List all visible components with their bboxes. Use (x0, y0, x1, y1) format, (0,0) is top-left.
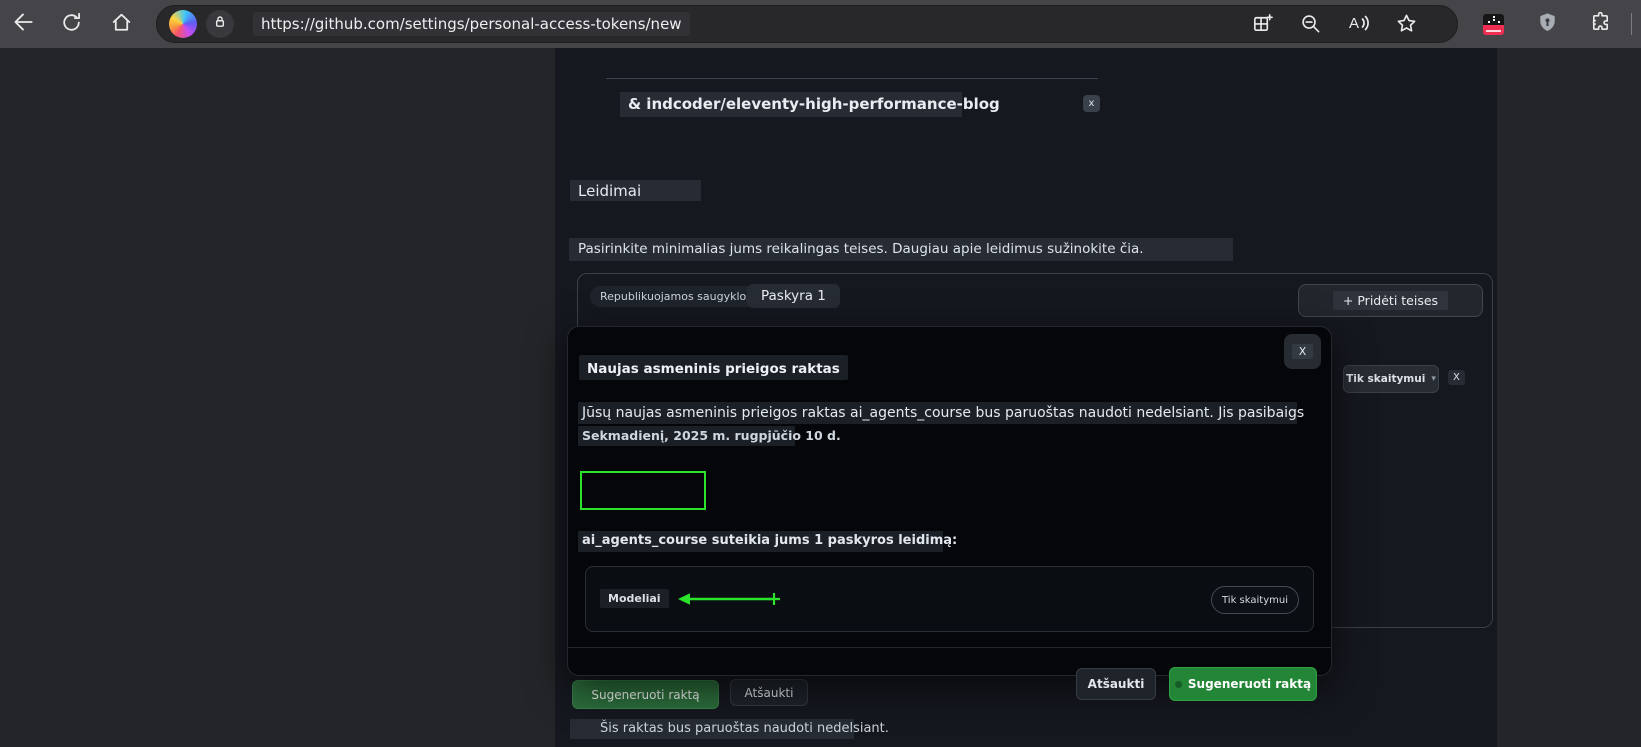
permission-level-dropdown[interactable]: Tik skaitymui ▾ (1343, 365, 1439, 393)
page-generate-token-label: Sugeneruoti raktą (591, 687, 700, 702)
shield-keyhole-icon (1536, 11, 1559, 38)
browser-window: https://github.com/settings/personal-acc… (0, 0, 1641, 747)
remove-repo-button[interactable]: x (1083, 95, 1100, 112)
ready-note: Šis raktas bus paruoštas naudoti nedelsi… (600, 721, 889, 736)
extensions-button[interactable] (1588, 11, 1612, 38)
github-page: & indcoder/eleventy-high-performance-blo… (0, 48, 1641, 747)
lock-icon (210, 12, 230, 36)
reload-icon (59, 10, 84, 39)
read-aloud-icon: A (1346, 11, 1370, 39)
permission-level-value: Tik skaitymui (1346, 373, 1426, 385)
modal-generate-label: Sugeneruoti raktą (1187, 677, 1312, 691)
permission-level-pill[interactable]: Tik skaitymui (1211, 586, 1299, 614)
add-permissions-button[interactable]: + Pridėti teises (1298, 284, 1483, 317)
extension-button-red[interactable] (1481, 12, 1505, 36)
page-cancel-label: Atšaukti (744, 685, 794, 700)
copilot-icon[interactable] (169, 10, 197, 38)
selected-repo-item: & indcoder/eleventy-high-performance-blo… (628, 95, 1000, 113)
zoom-out-button[interactable] (1298, 13, 1322, 37)
annotation-green-arrow (674, 590, 786, 612)
home-button[interactable] (106, 10, 136, 38)
key-icon (1174, 680, 1182, 688)
split-screen-button[interactable] (1250, 13, 1274, 37)
new-token-modal: Naujas asmeninis prieigos raktas X Jūsų … (567, 326, 1332, 701)
modal-close-button[interactable]: X (1284, 334, 1321, 369)
remove-permission-button[interactable]: X (1448, 370, 1465, 385)
page-cancel-button[interactable]: Atšaukti (730, 679, 808, 706)
svg-text:A: A (1349, 15, 1359, 32)
back-button[interactable] (8, 10, 38, 38)
privacy-shield-button[interactable] (1535, 12, 1559, 36)
toolbar-divider (1631, 13, 1632, 35)
modal-footer-divider (568, 647, 1331, 648)
permissions-title: Leidimai (578, 182, 642, 200)
star-icon (1395, 12, 1418, 39)
back-arrow-icon (10, 9, 36, 39)
browser-toolbar: https://github.com/settings/personal-acc… (0, 0, 1641, 48)
permission-level-pill-label: Tik skaitymui (1222, 594, 1288, 606)
tab-account[interactable]: Paskyra 1 (747, 284, 840, 308)
permissions-description: Pasirinkite minimalias jums reikalingas … (578, 241, 1144, 257)
home-icon (109, 10, 134, 39)
chevron-down-icon: ▾ (1431, 374, 1436, 384)
annotation-green-rect (580, 471, 706, 510)
modal-title: Naujas asmeninis prieigos raktas (587, 361, 840, 377)
permission-box: Modeliai Tik skaitymui (585, 566, 1314, 632)
modal-cancel-button[interactable]: Atšaukti (1076, 668, 1156, 700)
permission-name: Modeliai (600, 589, 669, 608)
site-security-button[interactable] (206, 10, 234, 38)
modal-intro-line: Jūsų naujas asmeninis prieigos raktas ai… (582, 405, 1305, 421)
modal-grant-line: ai_agents_course suteikia jums 1 paskyro… (582, 533, 958, 548)
url-text[interactable]: https://github.com/settings/personal-acc… (253, 12, 690, 36)
modal-cancel-label: Atšaukti (1087, 677, 1145, 691)
zoom-out-icon (1299, 12, 1322, 39)
modal-expiry-line: Sekmadienį, 2025 m. rugpjūčio 10 d. (582, 428, 841, 443)
red-extension-icon (1482, 13, 1504, 35)
close-x-label: X (1291, 344, 1314, 359)
reload-button[interactable] (56, 10, 86, 38)
address-bar[interactable]: https://github.com/settings/personal-acc… (156, 5, 1458, 43)
tab-repositories[interactable]: Republikuojamos saugyklos 0 (590, 286, 773, 307)
add-permissions-label: + Pridėti teises (1332, 291, 1449, 310)
page-generate-token-button[interactable]: Sugeneruoti raktą (572, 680, 719, 709)
split-screen-icon (1251, 12, 1274, 39)
modal-generate-button[interactable]: Sugeneruoti raktą (1169, 667, 1317, 701)
favorites-button[interactable] (1394, 13, 1418, 37)
section-divider (606, 78, 1098, 79)
puzzle-icon (1589, 11, 1612, 38)
read-aloud-button[interactable]: A (1346, 13, 1370, 37)
